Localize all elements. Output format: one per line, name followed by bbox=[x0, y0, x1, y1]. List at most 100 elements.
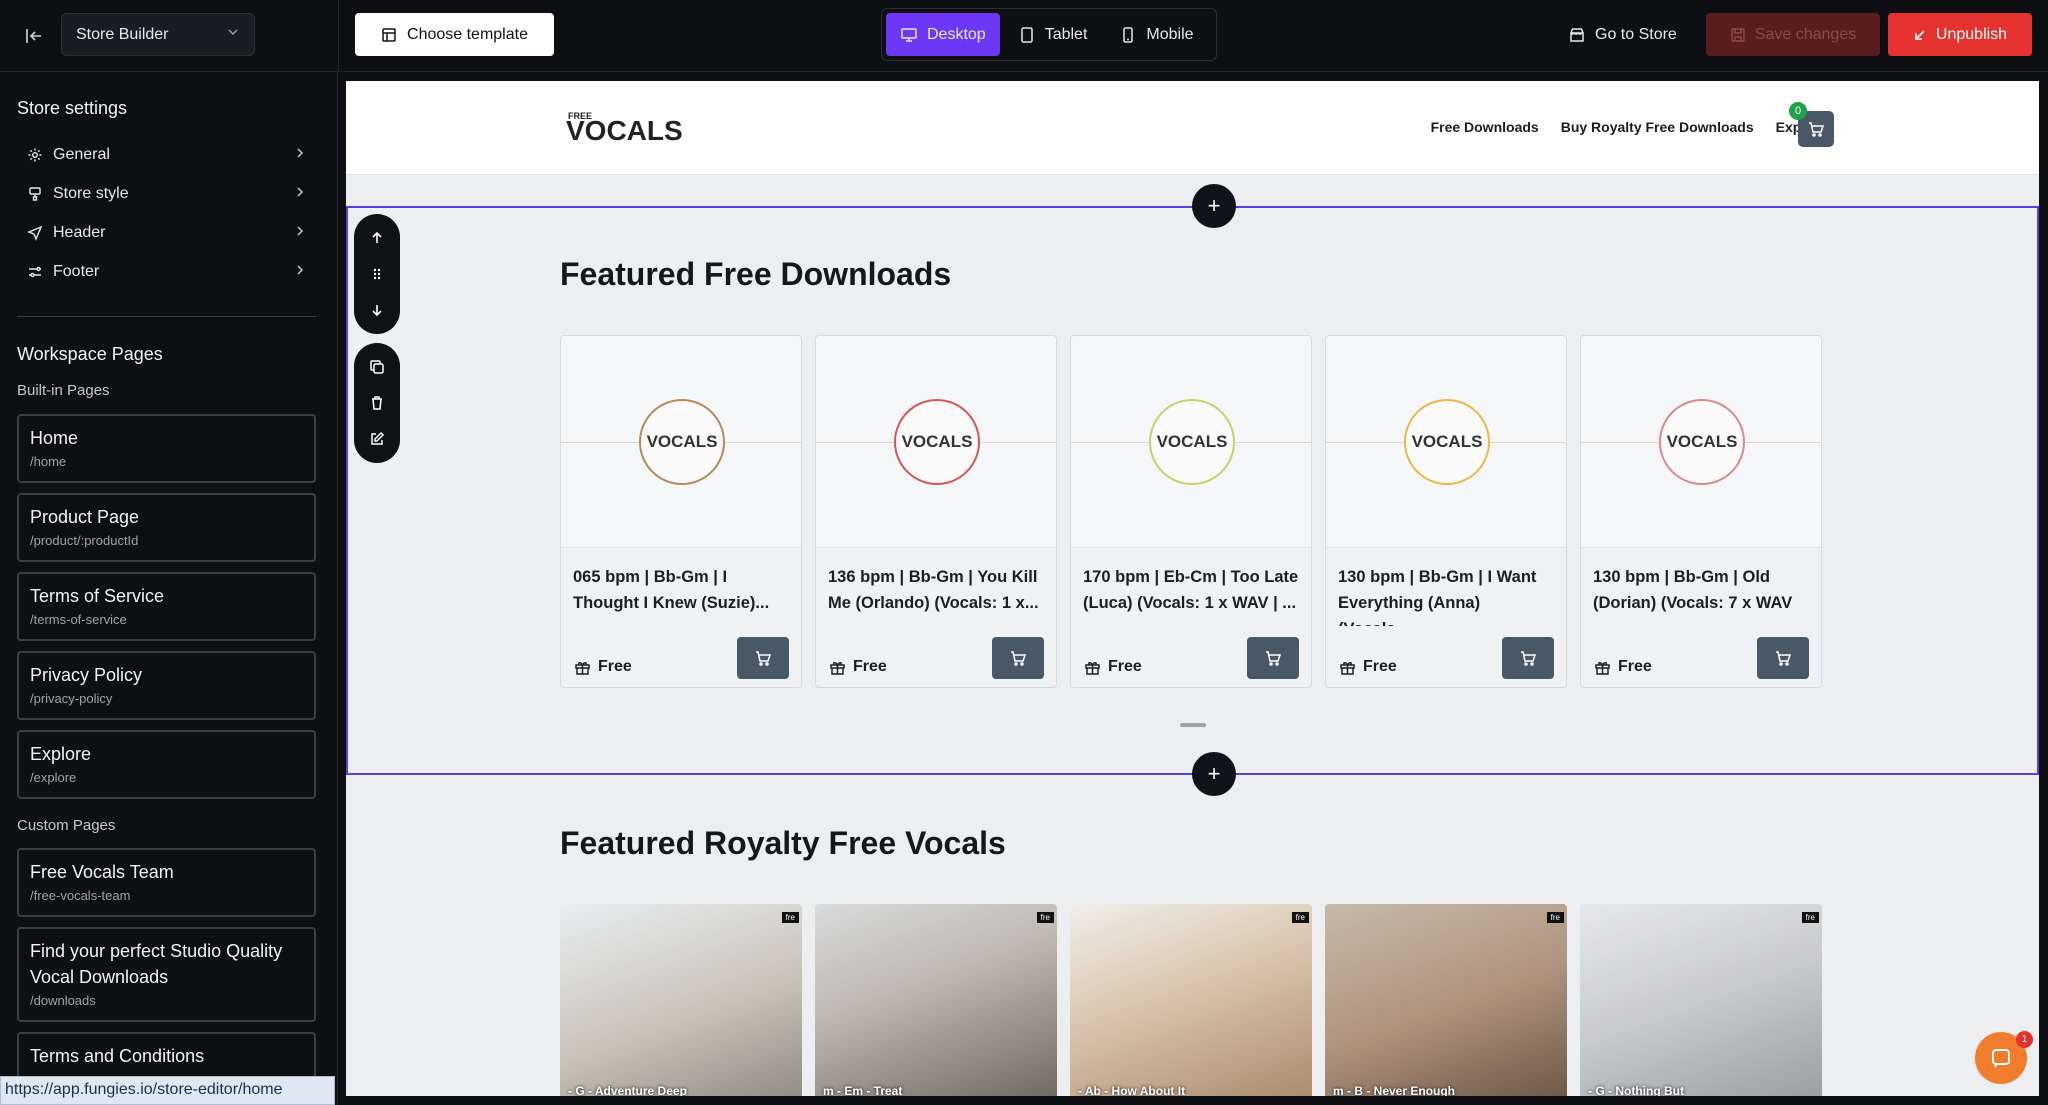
nav-free-downloads[interactable]: Free Downloads bbox=[1431, 119, 1539, 135]
page-card-product[interactable]: Product Page /product/:productId bbox=[17, 493, 316, 562]
page-card-explore[interactable]: Explore /explore bbox=[17, 730, 316, 799]
page-card-privacy-policy[interactable]: Privacy Policy /privacy-policy bbox=[17, 651, 316, 720]
vocal-card[interactable]: fre - Ab - How About It bbox=[1070, 904, 1312, 1096]
cart-icon bbox=[1521, 651, 1537, 666]
vocal-card[interactable]: fre - G - Nothing But bbox=[1580, 904, 1822, 1096]
drag-handle[interactable] bbox=[359, 256, 395, 292]
grip-icon bbox=[373, 268, 381, 280]
save-changes-label: Save changes bbox=[1754, 25, 1857, 43]
product-card[interactable]: VOCALS 130 bpm | Bb-Gm | I Want Everythi… bbox=[1325, 335, 1567, 688]
product-image: VOCALS bbox=[561, 336, 801, 548]
product-price-label: Free bbox=[1108, 658, 1142, 675]
gear-icon bbox=[28, 148, 42, 162]
nav-buy-royalty-free[interactable]: Buy Royalty Free Downloads bbox=[1561, 119, 1754, 135]
duplicate-button[interactable] bbox=[359, 349, 395, 385]
vocal-caption: - Ab - How About It bbox=[1078, 1084, 1186, 1096]
device-desktop-button[interactable]: Desktop bbox=[886, 13, 1000, 56]
add-to-cart-button[interactable] bbox=[1757, 637, 1809, 679]
logo-circle: VOCALS bbox=[894, 399, 980, 485]
page-card-downloads[interactable]: Find your perfect Studio Quality Vocal D… bbox=[17, 927, 316, 1022]
mobile-icon bbox=[1123, 26, 1134, 43]
product-card[interactable]: VOCALS 130 bpm | Bb-Gm | Old (Dorian) (V… bbox=[1580, 335, 1822, 688]
choose-template-button[interactable]: Choose template bbox=[355, 13, 554, 56]
device-mobile-button[interactable]: Mobile bbox=[1105, 13, 1207, 56]
edit-icon bbox=[371, 431, 385, 445]
tablet-icon bbox=[1020, 26, 1033, 43]
sliders-icon bbox=[29, 266, 41, 278]
page-card-path: /privacy-policy bbox=[30, 691, 113, 706]
device-tablet-button[interactable]: Tablet bbox=[1004, 13, 1102, 56]
chevron-right-icon bbox=[293, 185, 307, 204]
page-card-home[interactable]: Home /home bbox=[17, 414, 316, 483]
settings-item-general[interactable]: General bbox=[17, 139, 307, 171]
page-card-title: Free Vocals Team bbox=[30, 862, 174, 882]
chat-notification-badge: 1 bbox=[2016, 1031, 2033, 1048]
workspace-pages-heading: Workspace Pages bbox=[17, 344, 163, 364]
go-to-store-label: Go to Store bbox=[1595, 25, 1677, 43]
product-price: Free bbox=[574, 658, 632, 676]
section-action-toolbar bbox=[354, 343, 400, 463]
delete-button[interactable] bbox=[359, 385, 395, 421]
vocal-card[interactable]: fre - G - Adventure Deep bbox=[560, 904, 802, 1096]
vocal-tag: fre bbox=[1546, 912, 1564, 923]
cart-icon bbox=[1809, 122, 1825, 137]
page-card-terms-of-service[interactable]: Terms of Service /terms-of-service bbox=[17, 572, 316, 641]
section-move-toolbar bbox=[354, 214, 400, 334]
brush-icon bbox=[29, 187, 41, 201]
add-to-cart-button[interactable] bbox=[737, 637, 789, 679]
chevron-right-icon bbox=[293, 224, 307, 243]
add-to-cart-button[interactable] bbox=[1247, 637, 1299, 679]
section-title-free-downloads: Featured Free Downloads bbox=[560, 256, 952, 292]
move-up-button[interactable] bbox=[359, 220, 395, 256]
vocal-caption: - G - Nothing But bbox=[1588, 1084, 1684, 1096]
page-card-path: /downloads bbox=[30, 993, 96, 1008]
page-card-free-vocals-team[interactable]: Free Vocals Team /free-vocals-team bbox=[17, 848, 316, 917]
site-nav: Free Downloads Buy Royalty Free Download… bbox=[1431, 119, 1827, 135]
save-changes-button[interactable]: Save changes bbox=[1706, 13, 1880, 56]
page-card-path: /product/:productId bbox=[30, 533, 139, 548]
device-label: Mobile bbox=[1146, 25, 1194, 43]
add-section-button[interactable]: + bbox=[1192, 184, 1236, 228]
page-card-title: Find your perfect Studio Quality Vocal D… bbox=[30, 941, 283, 987]
vocal-card[interactable]: fre m - B - Never Enough bbox=[1325, 904, 1567, 1096]
unpublish-button[interactable]: Unpublish bbox=[1888, 13, 2032, 56]
logo-circle: VOCALS bbox=[1149, 399, 1235, 485]
logo-circle: VOCALS bbox=[639, 399, 725, 485]
product-title: 136 bpm | Bb-Gm | You Kill Me (Orlando) … bbox=[828, 568, 1039, 612]
product-card[interactable]: VOCALS 136 bpm | Bb-Gm | You Kill Me (Or… bbox=[815, 335, 1057, 688]
page-card-path: /home bbox=[30, 454, 67, 469]
gift-icon bbox=[575, 661, 590, 675]
settings-item-footer[interactable]: Footer bbox=[17, 256, 307, 288]
carousel-indicator[interactable] bbox=[1180, 723, 1206, 727]
product-title: 130 bpm | Bb-Gm | I Want Everything (Ann… bbox=[1338, 568, 1537, 626]
site-header[interactable]: FREE VOCALS Free Downloads Buy Royalty F… bbox=[346, 81, 2039, 175]
logo-big-text: VOCALS bbox=[566, 115, 683, 146]
product-card[interactable]: VOCALS 170 bpm | Eb-Cm | Too Late (Luca)… bbox=[1070, 335, 1312, 688]
custom-pages-heading: Custom Pages bbox=[17, 817, 116, 834]
gift-icon bbox=[1595, 661, 1610, 675]
move-down-button[interactable] bbox=[359, 292, 395, 328]
chat-icon bbox=[1992, 1049, 2010, 1068]
add-to-cart-button[interactable] bbox=[1502, 637, 1554, 679]
product-image: VOCALS bbox=[1326, 336, 1566, 548]
site-logo[interactable]: FREE VOCALS bbox=[564, 109, 684, 149]
settings-item-store-style[interactable]: Store style bbox=[17, 178, 307, 210]
store-select[interactable]: Store Builder bbox=[61, 13, 255, 56]
page-card-title: Product Page bbox=[30, 507, 140, 527]
page-card-title: Explore bbox=[30, 744, 92, 764]
collapse-sidebar-button[interactable] bbox=[18, 20, 50, 52]
store-preview-canvas: FREE VOCALS Free Downloads Buy Royalty F… bbox=[346, 81, 2039, 1096]
arrow-up-icon bbox=[372, 231, 382, 243]
product-price-label: Free bbox=[598, 658, 632, 675]
vocal-card[interactable]: fre m - Em - Treat bbox=[815, 904, 1057, 1096]
settings-item-header[interactable]: Header bbox=[17, 217, 307, 249]
product-image: VOCALS bbox=[1071, 336, 1311, 548]
chevron-right-icon bbox=[293, 263, 307, 282]
add-to-cart-button[interactable] bbox=[992, 637, 1044, 679]
device-label: Desktop bbox=[927, 25, 986, 43]
page-card-title: Terms and Conditions bbox=[30, 1046, 205, 1066]
add-section-button[interactable]: + bbox=[1192, 752, 1236, 796]
product-card[interactable]: VOCALS 065 bpm | Bb-Gm | I Thought I Kne… bbox=[560, 335, 802, 688]
edit-button[interactable] bbox=[359, 421, 395, 457]
go-to-store-button[interactable]: Go to Store bbox=[1556, 13, 1689, 56]
